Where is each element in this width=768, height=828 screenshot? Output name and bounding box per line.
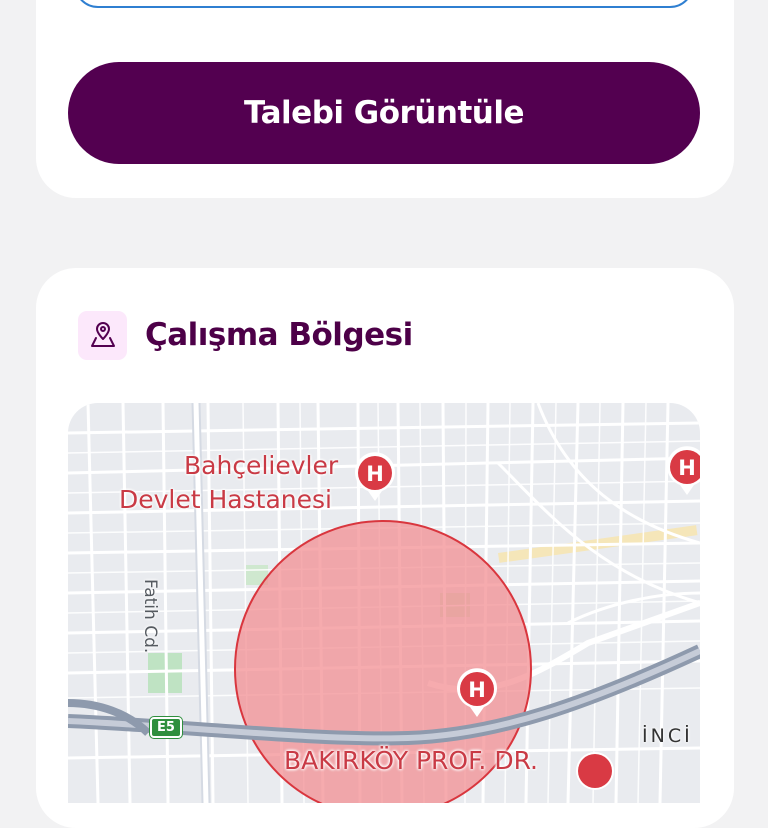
hospital-marker-glyph: H — [366, 462, 384, 486]
request-input-field[interactable] — [74, 0, 694, 8]
hospital-marker-glyph: H — [678, 456, 696, 480]
hospital-label-bahcelievler-line2[interactable]: Devlet Hastanesi — [119, 484, 332, 516]
highway-shield-e5: E5 — [150, 717, 182, 738]
hospital-label-bakirkoy[interactable]: BAKIRKÖY PROF. DR. — [284, 745, 538, 777]
hospital-marker-glyph: H — [468, 678, 486, 702]
map-pin-area-icon — [78, 311, 127, 360]
hospital-marker-icon[interactable]: H — [454, 667, 500, 719]
hospital-marker-icon[interactable]: H — [664, 445, 700, 497]
hospital-marker-icon[interactable]: H — [352, 451, 398, 503]
hospital-marker-icon[interactable] — [572, 749, 618, 801]
work-zone-title: Çalışma Bölgesi — [145, 317, 413, 353]
work-zone-map[interactable]: H H H Bahçelievler Devlet Hastanesi BAKI… — [68, 403, 700, 803]
district-label: İNCİ — [642, 725, 693, 747]
hospital-label-bahcelievler-line1[interactable]: Bahçelievler — [184, 450, 338, 482]
view-request-button[interactable]: Talebi Görüntüle — [68, 62, 700, 164]
road-label-fatih: Fatih Cd. — [140, 579, 160, 654]
